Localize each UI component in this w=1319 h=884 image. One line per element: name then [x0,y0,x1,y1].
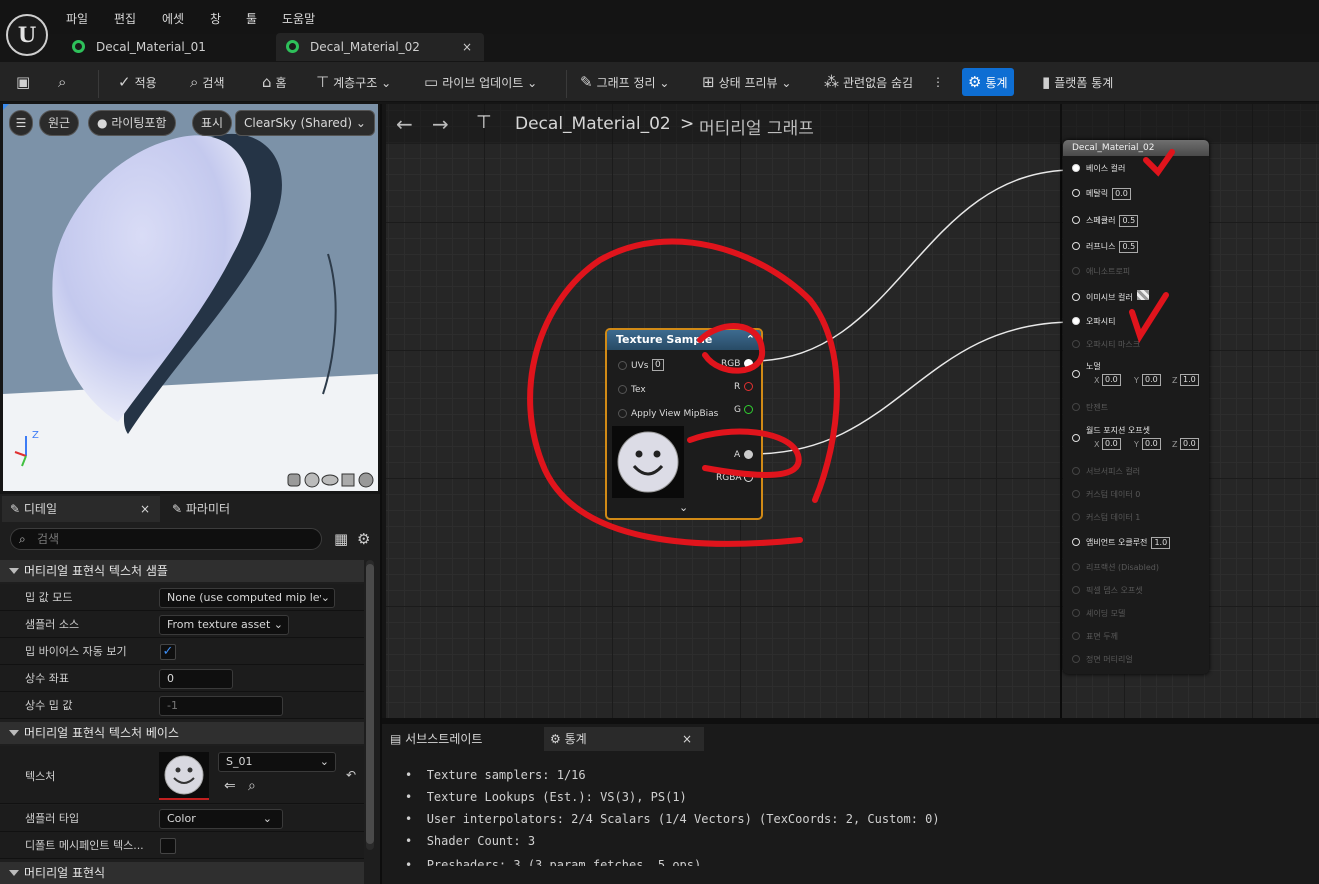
stat-line-clip: • Preshaders: 3 (3 param fetches, 5 ops) [382,856,1319,866]
stat-line: • Shader Count: 3 [405,834,536,848]
tab-close-button[interactable]: × [682,727,692,751]
annotation-circle [527,238,840,547]
substrate-icon: ▤ [390,732,402,746]
annotation-a-loop [687,428,802,478]
tab-substrate[interactable]: ▤ 서브스트레이트 [384,727,542,751]
stats-icon: ⚙ [550,732,561,746]
annotation-check-base-color [1143,149,1175,177]
stat-line: • Texture Lookups (Est.): VS(3), PS(1) [405,790,687,804]
annotation-rgb-loop [697,323,766,374]
stat-line: • User interpolators: 2/4 Scalars (1/4 V… [405,812,940,826]
tab-stats[interactable]: ⚙ 통계 × [544,727,704,751]
stats-panel-footer [382,866,1319,884]
stat-line: • Preshaders: 3 (3 param fetches, 5 ops) [405,858,702,866]
annotation-check-opacity [1129,292,1169,343]
stat-line: • Texture samplers: 1/16 [405,768,586,782]
